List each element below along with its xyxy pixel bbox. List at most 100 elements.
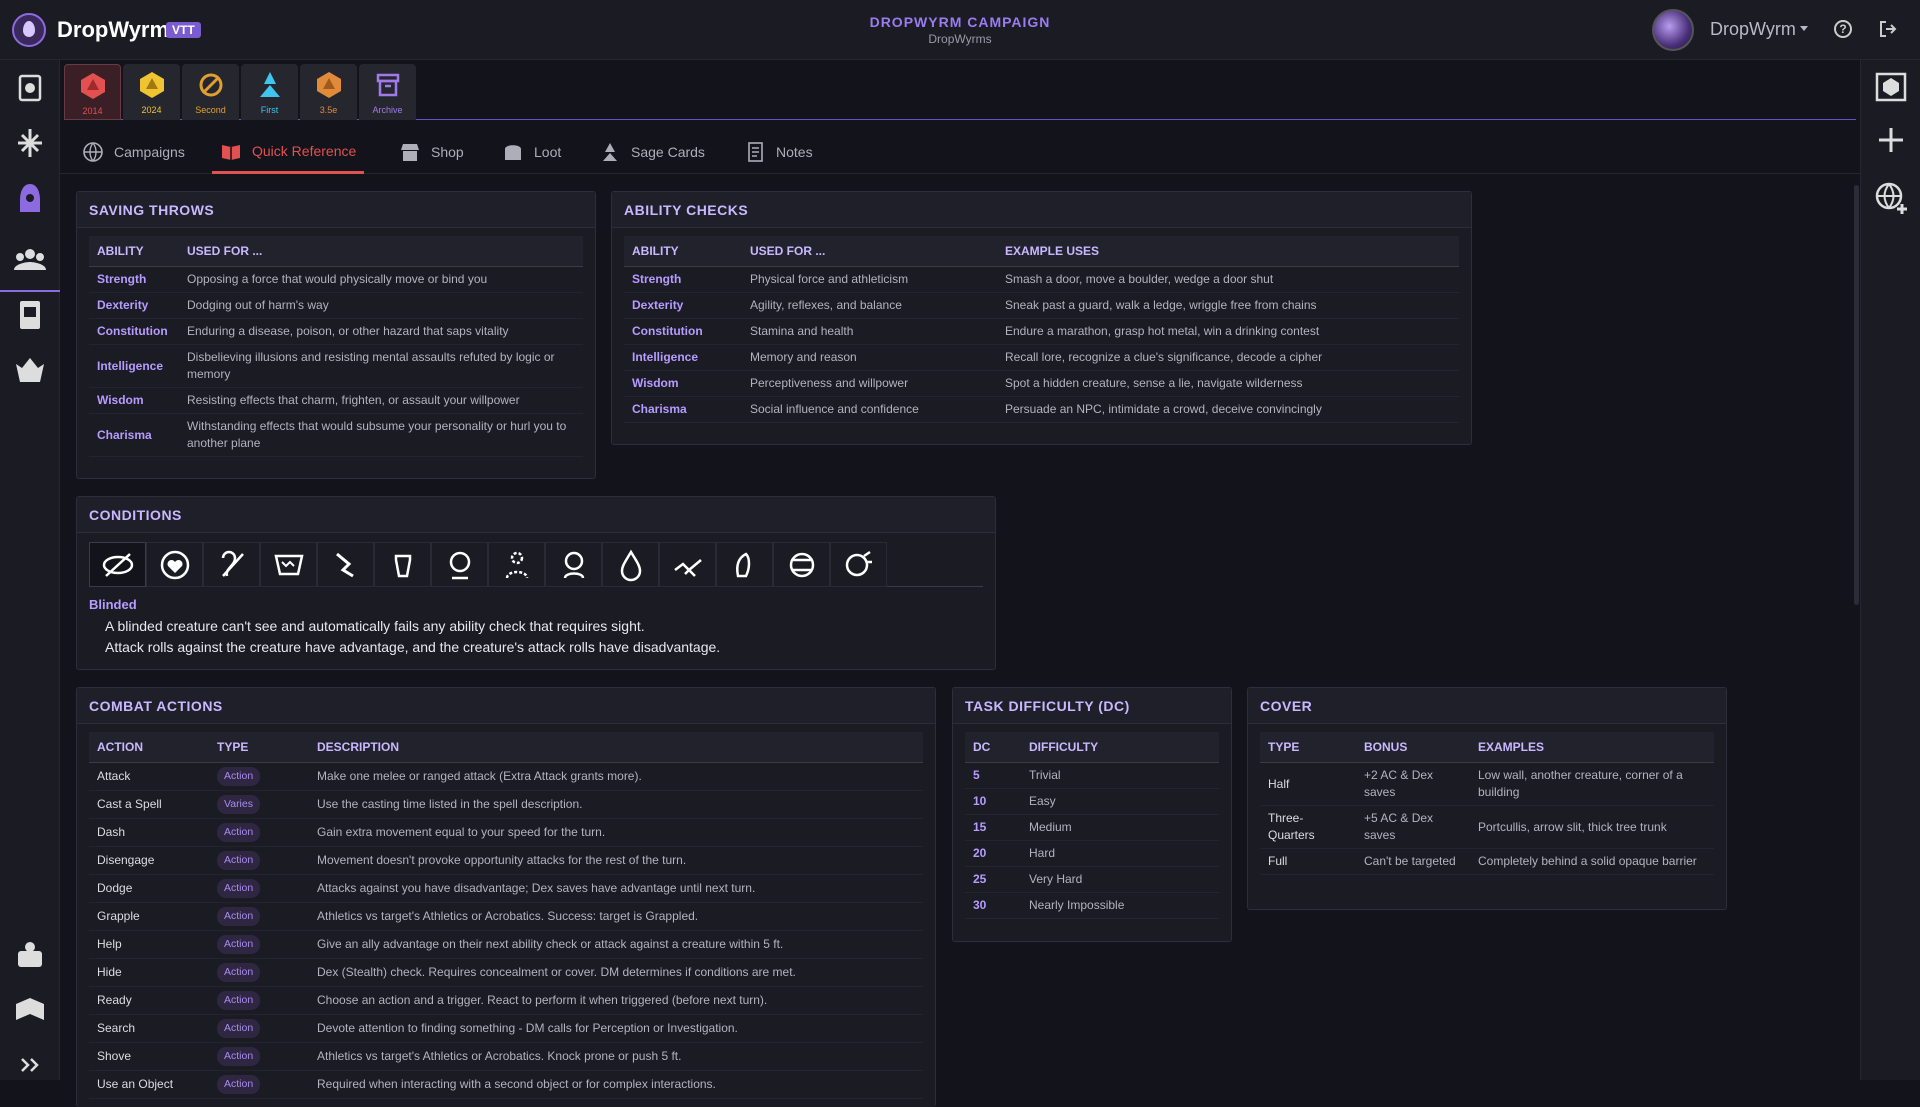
cover-title: COVER — [1248, 688, 1726, 724]
sheet-icon[interactable] — [10, 68, 50, 108]
game-tab-archive[interactable]: Archive — [359, 64, 416, 120]
brand-name[interactable]: DropWyrm — [57, 17, 169, 43]
quest-board-icon[interactable] — [10, 295, 50, 335]
game-tab-first[interactable]: First — [241, 64, 298, 120]
selected-condition-name: Blinded — [89, 597, 137, 612]
prone-icon — [735, 551, 750, 577]
table-row: Charisma Withstanding effects that would … — [89, 413, 583, 457]
avatar[interactable] — [1652, 9, 1694, 51]
chest-icon — [505, 145, 521, 160]
invisible-icon — [505, 551, 528, 578]
tab-sage-cards[interactable]: Sage Cards — [591, 130, 713, 174]
table-row: Strength Physical force and athleticism Sm… — [624, 266, 1459, 293]
condition-deafened[interactable] — [203, 542, 260, 587]
table-row: 25 Very Hard — [965, 866, 1219, 893]
condition-frightened[interactable] — [317, 542, 374, 587]
campaign-title: DROPWYRM CAMPAIGN — [869, 14, 1051, 30]
paralyzed-icon — [563, 551, 584, 578]
combat-icon[interactable] — [10, 123, 50, 163]
monster-icon[interactable] — [10, 350, 50, 390]
d20-icon — [139, 72, 164, 98]
saving-throws-panel: SAVING THROWS ABILITY USED FOR ... Streng… — [76, 191, 596, 479]
condition-grappled[interactable] — [374, 542, 431, 587]
tab-campaigns[interactable]: Campaigns — [74, 130, 193, 174]
treasure-icon[interactable] — [10, 935, 50, 975]
table-row: Use an Object Action Required when interac… — [89, 1070, 923, 1099]
table-row: 10 Easy — [965, 788, 1219, 815]
table-row: Help Action Give an ally advantage on thei… — [89, 930, 923, 959]
main-content: 2014 2024 Second First 3.5e Archive Camp… — [60, 60, 1860, 1107]
condition-restrained[interactable] — [773, 542, 830, 587]
open-book-icon — [222, 144, 240, 160]
combat-actions-panel: COMBAT ACTIONS ACTION TYPE DESCRIPTION Att… — [76, 687, 936, 1107]
type-badge: Action — [217, 1075, 261, 1094]
type-badge: Varies — [217, 795, 260, 814]
type-badge: Action — [217, 935, 261, 954]
game-tab-2024[interactable]: 2024 — [123, 64, 180, 120]
table-row: Ready Action Choose an action and a trigge… — [89, 986, 923, 1015]
globe-add-icon[interactable] — [1871, 178, 1911, 218]
exhaustion-icon — [273, 554, 304, 575]
table-row: 30 Nearly Impossible — [965, 892, 1219, 919]
combat-actions-title: COMBAT ACTIONS — [77, 688, 935, 724]
type-badge: Action — [217, 907, 261, 926]
sun-compass-icon — [199, 73, 222, 97]
type-badge: Action — [217, 1019, 261, 1038]
type-badge: Action — [217, 851, 261, 870]
deafened-icon — [221, 550, 244, 577]
cover-table: TYPE BONUS EXAMPLES Half +2 AC & Dex saves L… — [1260, 732, 1714, 875]
poisoned-icon — [673, 558, 702, 577]
party-icon[interactable] — [10, 240, 50, 280]
wizard-icon — [259, 72, 280, 97]
task-difficulty-title: TASK DIFFICULTY (DC) — [953, 688, 1231, 724]
dice-book-icon[interactable] — [1871, 66, 1911, 106]
sage-icon — [603, 143, 617, 161]
top-bar: DropWyrm VTT DROPWYRM CAMPAIGN DropWyrms… — [0, 0, 1920, 60]
type-badge: Action — [217, 879, 261, 898]
table-row: Constitution Enduring a disease, poison, … — [89, 318, 583, 345]
vtt-badge: VTT — [166, 22, 201, 38]
chevron-down-icon[interactable] — [1800, 26, 1808, 31]
task-difficulty-table: DC DIFFICULTY 5 Trivial 10 Easy 15 Medium 20… — [965, 732, 1219, 919]
notes-icon — [748, 142, 763, 162]
table-row: Constitution Stamina and health Endure a m… — [624, 318, 1459, 345]
game-tab-2014[interactable]: 2014 — [64, 64, 121, 120]
expand-chevron-icon[interactable] — [10, 1045, 50, 1085]
game-tab-3-5e[interactable]: 3.5e — [300, 64, 357, 120]
tab-shop[interactable]: Shop — [391, 130, 472, 174]
type-badge: Action — [217, 1047, 261, 1066]
condition-charmed[interactable] — [146, 542, 203, 587]
spellbook-icon[interactable] — [10, 990, 50, 1030]
ability-checks-panel: ABILITY CHECKS ABILITY USED FOR ... EXAMPL… — [611, 191, 1472, 445]
condition-stunned[interactable] — [830, 542, 887, 587]
condition-exhaustion[interactable] — [260, 542, 317, 587]
condition-prone[interactable] — [716, 542, 773, 587]
tab-quick-reference[interactable]: Quick Reference — [212, 130, 365, 174]
table-row: Wisdom Resisting effects that charm, frig… — [89, 387, 583, 414]
condition-poisoned[interactable] — [659, 542, 716, 587]
restrained-icon — [789, 552, 814, 577]
user-menu[interactable]: DropWyrm — [1710, 19, 1796, 40]
game-tab-second[interactable]: Second — [182, 64, 239, 120]
tab-notes[interactable]: Notes — [736, 130, 821, 174]
logout-icon[interactable] — [1878, 19, 1898, 39]
table-row: Cast a Spell Varies Use the casting time l… — [89, 790, 923, 819]
nav-tabs: Campaigns Quick Reference Shop Loot Sage… — [60, 130, 1860, 174]
condition-petrified[interactable] — [602, 542, 659, 587]
add-icon[interactable] — [1875, 124, 1907, 156]
condition-paralyzed[interactable] — [545, 542, 602, 587]
condition-invisible[interactable] — [488, 542, 545, 587]
table-row: 20 Hard — [965, 840, 1219, 867]
ability-checks-title: ABILITY CHECKS — [612, 192, 1471, 228]
table-row: 5 Trivial — [965, 762, 1219, 789]
condition-blinded[interactable] — [89, 542, 146, 587]
right-sidebar — [1860, 60, 1920, 1080]
vertical-scrollbar[interactable] — [1854, 185, 1859, 605]
dropwyrm-logo-icon[interactable] — [12, 13, 46, 47]
condition-incapacitated[interactable] — [431, 542, 488, 587]
task-difficulty-panel: TASK DIFFICULTY (DC) DC DIFFICULTY 5 Trivi… — [952, 687, 1232, 942]
table-row: Attack Action Make one melee or ranged att… — [89, 762, 923, 791]
help-icon[interactable]: ? — [1834, 20, 1852, 38]
tab-loot[interactable]: Loot — [494, 130, 569, 174]
hooded-figure-icon[interactable] — [10, 178, 50, 218]
